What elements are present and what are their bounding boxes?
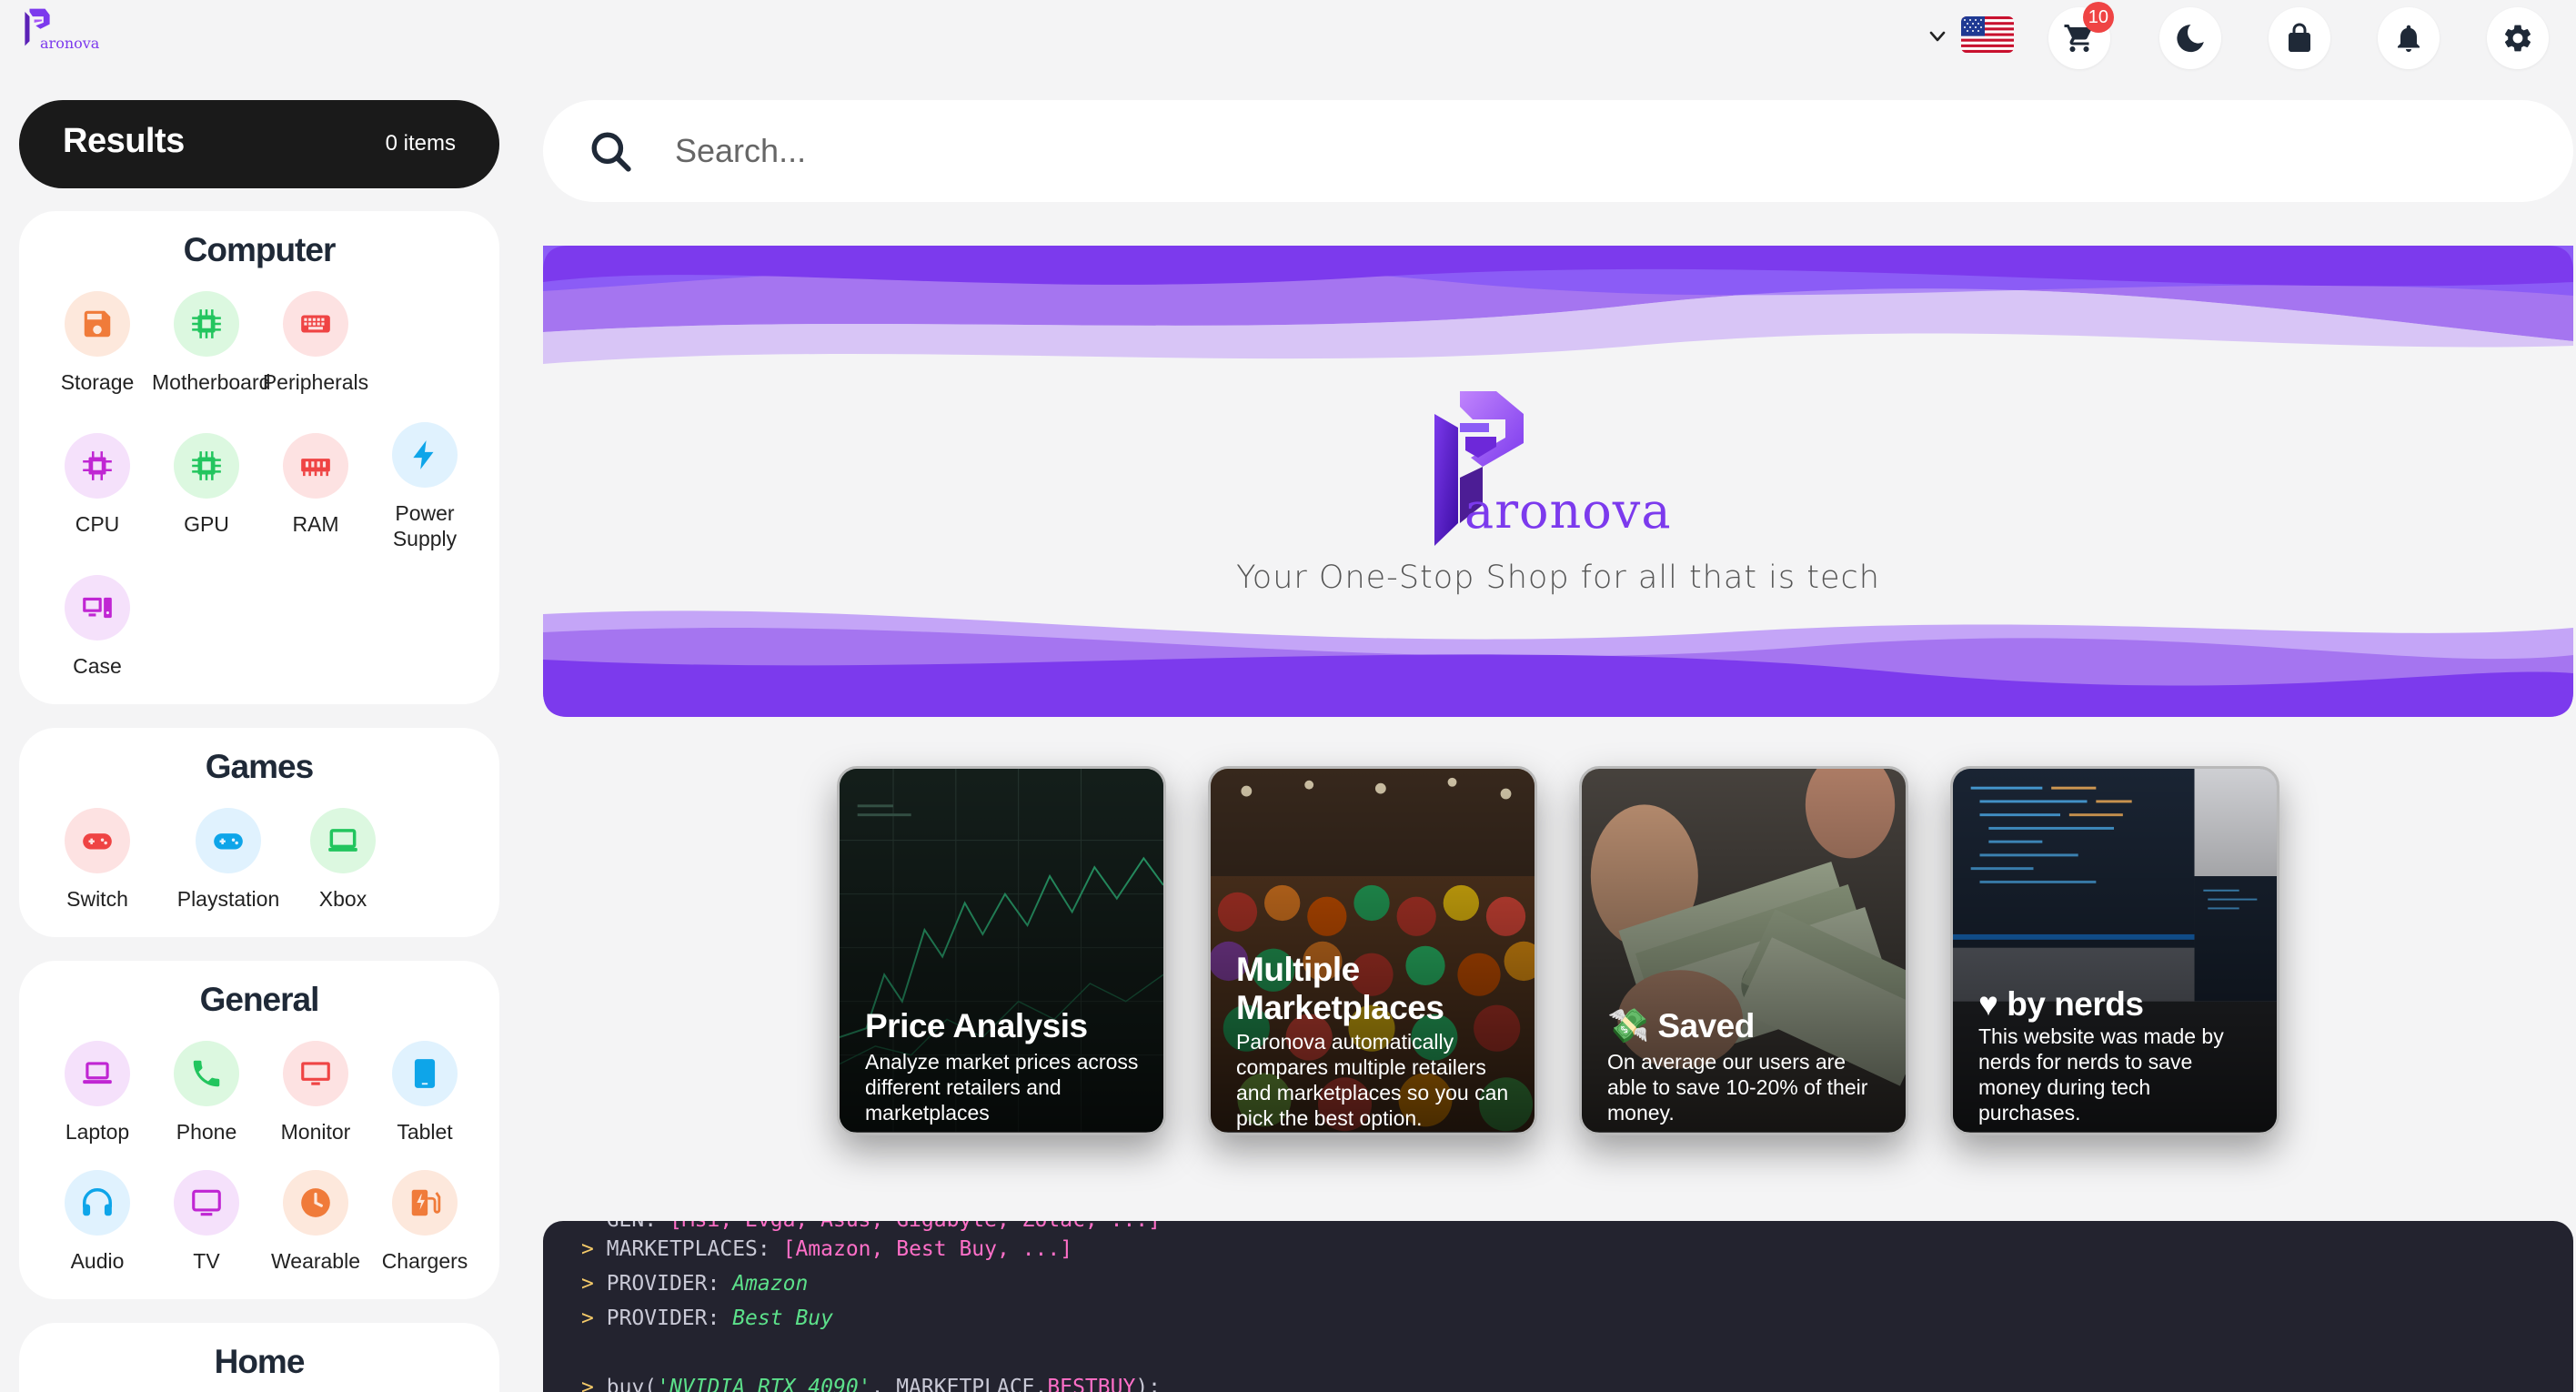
terminal-line: > PROVIDER: Amazon [581, 1272, 809, 1296]
feature-title: Multiple Marketplaces [1236, 951, 1444, 1026]
category-tv[interactable]: TV [152, 1170, 261, 1274]
category-card-home: Home [19, 1323, 499, 1392]
settings-button[interactable] [2487, 7, 2549, 69]
category-switch[interactable]: Switch [43, 808, 152, 912]
us-flag-icon[interactable] [1961, 16, 2014, 53]
category-laptop[interactable]: Laptop [43, 1041, 152, 1145]
category-phone[interactable]: Phone [152, 1041, 261, 1145]
feature-description: This website was made by nerds for nerds… [1978, 1024, 2224, 1125]
desktop-tower-icon [65, 575, 130, 641]
chip-icon [174, 433, 239, 499]
cpu-icon [65, 433, 130, 499]
category-title: Home [214, 1343, 306, 1380]
tv-icon [174, 1170, 239, 1236]
tablet-icon [392, 1041, 458, 1106]
feature-card-saved[interactable]: 💸 Saved On average our users are able to… [1579, 766, 1908, 1135]
console-icon [310, 808, 376, 873]
category-card-games: Games Switch Playstation Xbox [19, 728, 499, 937]
category-motherboard[interactable]: Motherboard [152, 291, 270, 395]
category-case[interactable]: Case [43, 575, 152, 679]
charging-station-icon [392, 1170, 458, 1236]
code-terminal: GEN: [Msi, Evga, Asus, Gigabyte, Zotac, … [543, 1221, 2573, 1392]
category-storage[interactable]: Storage [43, 291, 152, 395]
category-peripherals[interactable]: Peripherals [261, 291, 370, 395]
gamepad-icon [65, 808, 130, 873]
terminal-line: GEN: [Msi, Evga, Asus, Gigabyte, Zotac, … [581, 1221, 1161, 1232]
cart-count-badge: 10 [2082, 2, 2114, 33]
hero-banner [543, 246, 2573, 717]
category-cpu[interactable]: CPU [43, 433, 152, 537]
brand-logo[interactable]: aronova [22, 5, 99, 53]
feature-description: Paronova automatically compares multiple… [1236, 1030, 1509, 1130]
bell-icon [2398, 25, 2420, 52]
memory-icon [283, 433, 348, 499]
category-gpu[interactable]: GPU [152, 433, 261, 537]
terminal-line: > buy('NVIDIA RTX 4090', MARKETPLACE.BES… [581, 1376, 1162, 1392]
gear-icon [2504, 25, 2531, 52]
circuit-board-icon [174, 291, 239, 357]
feature-description: Analyze market prices across different r… [865, 1050, 1139, 1125]
phone-icon [174, 1041, 239, 1106]
feature-title: ♥ by nerds [1978, 985, 2144, 1023]
lightning-bolt-icon [392, 422, 458, 488]
laptop-icon [65, 1041, 130, 1106]
floppy-disk-icon [65, 291, 130, 357]
category-xbox[interactable]: Xbox [288, 808, 397, 912]
login-button[interactable] [2269, 7, 2330, 69]
feature-card-price-analysis[interactable]: Price Analysis Analyze market prices acr… [837, 766, 1166, 1135]
category-ram[interactable]: RAM [261, 433, 370, 537]
controller-icon [196, 808, 261, 873]
lock-icon [2289, 23, 2310, 52]
category-chargers[interactable]: Chargers [370, 1170, 479, 1274]
results-title: Results [63, 122, 185, 160]
category-card-general: General Laptop Phone Monitor Tablet Audi… [19, 961, 499, 1299]
category-title: Games [205, 748, 314, 785]
category-power-supply[interactable]: Power Supply [370, 422, 479, 551]
search-icon[interactable] [589, 129, 634, 175]
monitor-icon [283, 1041, 348, 1106]
category-monitor[interactable]: Monitor [261, 1041, 370, 1145]
feature-card-multiple-marketplaces[interactable]: Multiple Marketplaces Paronova automatic… [1208, 766, 1537, 1135]
notifications-button[interactable] [2378, 7, 2440, 69]
moon-icon [2177, 25, 2204, 53]
category-card-computer: Computer Storage Motherboard Peripherals… [19, 211, 499, 704]
results-count: 0 items [385, 131, 456, 156]
hero-tagline: Your One-Stop Shop for all that is tech [1236, 560, 1880, 596]
keyboard-icon [283, 291, 348, 357]
chevron-down-icon[interactable] [1927, 25, 1948, 47]
category-title: General [199, 981, 320, 1018]
category-tablet[interactable]: Tablet [370, 1041, 479, 1145]
category-wearable[interactable]: Wearable [261, 1170, 370, 1274]
feature-title: 💸 Saved [1607, 1007, 1755, 1044]
terminal-line: > MARKETPLACES: [Amazon, Best Buy, ...] [581, 1237, 1073, 1261]
category-playstation[interactable]: Playstation [174, 808, 283, 912]
clock-icon [283, 1170, 348, 1236]
wave-decoration [543, 246, 2573, 717]
category-audio[interactable]: Audio [43, 1170, 152, 1274]
cart-button[interactable]: 10 [2048, 2, 2114, 69]
headphones-icon [65, 1170, 130, 1236]
feature-card-by-nerds[interactable]: ♥ by nerds This website was made by nerd… [1950, 766, 2279, 1135]
brand-name: aronova [40, 35, 100, 52]
terminal-line: > PROVIDER: Best Buy [581, 1306, 833, 1330]
category-title: Computer [183, 231, 337, 268]
results-panel[interactable]: Results 0 items [19, 100, 499, 188]
feature-title: Price Analysis [865, 1007, 1088, 1044]
dark-mode-toggle[interactable] [2159, 7, 2221, 69]
feature-description: On average our users are able to save 10… [1607, 1050, 1868, 1125]
hero-brand-name: aronova [1464, 482, 1672, 540]
search-bar[interactable] [543, 100, 2573, 202]
search-input[interactable] [675, 124, 2312, 178]
